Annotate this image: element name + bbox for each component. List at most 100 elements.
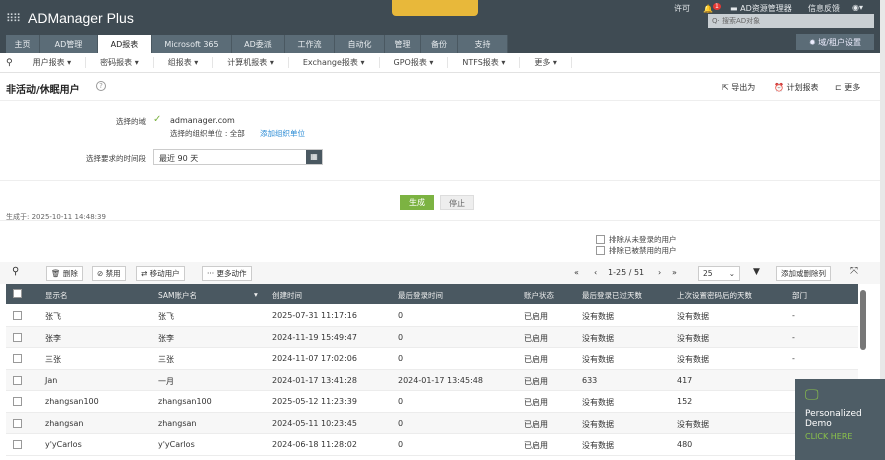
table-cell: zhangsan bbox=[45, 418, 84, 428]
subnav-label: 计算机报表 bbox=[227, 58, 268, 67]
tab-7[interactable]: 管理 bbox=[385, 35, 421, 53]
column-header[interactable]: 最后登录已过天数 bbox=[582, 290, 642, 301]
table-row[interactable]: 三张 三张 2024-11-07 17:02:06 0 已启用 没有数据 没有数据 - bbox=[6, 348, 858, 370]
table-cell: 已启用 bbox=[524, 398, 548, 407]
tab-5[interactable]: 工作流 bbox=[285, 35, 335, 53]
chevron-down-icon: ▾ bbox=[267, 58, 274, 67]
delete-button[interactable]: 🗑 删除 bbox=[46, 266, 83, 281]
more-actions-button[interactable]: ··· 更多动作 bbox=[202, 266, 252, 281]
personalized-demo-widget[interactable]: 🖵 Personalized Demo CLICK HERE bbox=[795, 379, 885, 460]
tab-0[interactable]: 主页 bbox=[6, 35, 40, 53]
chevron-down-icon: ▾ bbox=[64, 58, 72, 67]
prev-page-icon[interactable]: ‹ bbox=[594, 268, 597, 277]
table-row[interactable]: zhangsan zhangsan 2024-05-11 10:23:45 0 已启用 没… bbox=[6, 412, 858, 434]
table-cell: 张李 bbox=[45, 333, 61, 343]
row-checkbox[interactable] bbox=[13, 311, 22, 320]
subnav-item[interactable]: Exchange报表 ▾ bbox=[289, 57, 380, 68]
table-row[interactable]: y'yCarlos y'yCarlos 2024-06-18 11:28:02 0 已启… bbox=[6, 434, 858, 456]
row-checkbox[interactable] bbox=[13, 354, 22, 363]
subnav-item[interactable]: 更多 ▾ bbox=[520, 57, 572, 68]
tab-9[interactable]: 支持 bbox=[458, 35, 508, 53]
exclude-disabled-checkbox[interactable]: 排除已被禁用的用户 bbox=[596, 245, 677, 256]
row-checkbox[interactable] bbox=[13, 332, 22, 342]
more-label: 更多 bbox=[844, 83, 861, 92]
subnav-item[interactable]: 用户报表 ▾ bbox=[19, 57, 87, 68]
checkbox[interactable] bbox=[596, 235, 605, 244]
column-header[interactable]: 账户状态 bbox=[524, 290, 554, 301]
chevron-down-icon: ▾ bbox=[426, 58, 434, 67]
filter-icon[interactable]: ▼ bbox=[753, 267, 760, 277]
search-icon[interactable]: ⚲ bbox=[0, 58, 19, 68]
tab-1[interactable]: AD管理 bbox=[40, 35, 98, 53]
calendar-icon[interactable]: ▦ bbox=[306, 150, 322, 164]
table-cell: 三张 bbox=[158, 355, 174, 364]
checkbox[interactable] bbox=[596, 246, 605, 255]
select-all-checkbox[interactable] bbox=[13, 289, 22, 298]
row-checkbox[interactable] bbox=[13, 375, 22, 385]
column-header[interactable]: 显示名 bbox=[45, 290, 68, 301]
period-value: 最近 90 天 bbox=[159, 154, 199, 163]
app-grid-icon[interactable]: ⠿⠿ bbox=[6, 12, 21, 25]
search-ad-objects-input[interactable]: Q· 搜索AD对象 bbox=[708, 14, 874, 28]
column-header[interactable]: 最后登录时间 bbox=[398, 290, 443, 301]
sort-icon[interactable]: ▾ bbox=[254, 290, 258, 299]
chevron-down-icon: ▾ bbox=[550, 58, 557, 67]
ad-explorer-link[interactable]: ▬ AD资源管理器 bbox=[730, 3, 792, 14]
last-page-icon[interactable]: » bbox=[672, 268, 677, 277]
subnav-item[interactable]: NTFS报表 ▾ bbox=[448, 57, 521, 68]
column-header[interactable]: SAM账户名 bbox=[158, 290, 197, 301]
column-header[interactable]: 创建时间 bbox=[272, 290, 302, 301]
table-row[interactable]: 张飞 张飞 2025-07-31 11:17:16 0 已启用 没有数据 没有数据 - bbox=[6, 305, 858, 327]
stop-button[interactable]: 停止 bbox=[440, 195, 474, 210]
row-checkbox[interactable] bbox=[13, 440, 22, 449]
disable-button[interactable]: ⊘ 禁用 bbox=[92, 266, 126, 281]
subnav-item[interactable]: 组报表 ▾ bbox=[154, 57, 214, 68]
table-scrollbar[interactable] bbox=[860, 290, 866, 350]
app-logo[interactable]: ADManager Plus bbox=[28, 10, 134, 26]
subnav-item[interactable]: GPO报表 ▾ bbox=[380, 57, 449, 68]
user-avatar-icon[interactable]: ◉▾ bbox=[852, 3, 863, 12]
chevron-down-icon: ▾ bbox=[498, 58, 506, 67]
notification-badge: 1 bbox=[712, 3, 721, 10]
feedback-link[interactable]: 信息反馈 bbox=[808, 3, 840, 14]
tab-3[interactable]: Microsoft 365 bbox=[152, 35, 232, 53]
expand-icon[interactable]: ⤧ bbox=[850, 266, 858, 277]
page-size-select[interactable]: 25 ⌄ bbox=[698, 266, 740, 281]
tab-2[interactable]: AD报表 bbox=[98, 35, 152, 53]
table-row[interactable]: zhangsan100 zhangsan100 2025-05-12 11:23:3… bbox=[6, 391, 858, 413]
next-page-icon[interactable]: › bbox=[658, 268, 661, 277]
export-button[interactable]: ⇱ 导出为 bbox=[722, 82, 755, 93]
subnav-item[interactable]: 计算机报表 ▾ bbox=[213, 57, 289, 68]
subnav-item[interactable]: 密码报表 ▾ bbox=[86, 57, 154, 68]
generate-button[interactable]: 生成 bbox=[400, 195, 434, 210]
move-user-button[interactable]: ⇄ 移动用户 bbox=[136, 266, 185, 281]
column-header[interactable]: 上次设置密码后的天数 bbox=[677, 290, 752, 301]
schedule-report-button[interactable]: ⏰ 计划报表 bbox=[774, 82, 819, 93]
table-cell: 张飞 bbox=[158, 312, 174, 321]
filter-label: 排除从未登录的用户 bbox=[609, 235, 677, 244]
table-row[interactable]: Jan 一月 2024-01-17 13:41:28 2024-01-17 13:45… bbox=[6, 369, 858, 391]
add-ou-link[interactable]: 添加组织单位 bbox=[260, 128, 305, 139]
license-link[interactable]: 许可 bbox=[674, 3, 690, 14]
first-page-icon[interactable]: « bbox=[574, 268, 579, 277]
subnav-label: Exchange报表 bbox=[302, 58, 358, 67]
add-remove-columns-button[interactable]: 添加或删除列 bbox=[776, 266, 831, 281]
bell-icon[interactable]: 🔔 1 bbox=[703, 3, 721, 14]
domain-settings-button[interactable]: ✹ 域/租户设置 bbox=[796, 34, 874, 50]
row-checkbox[interactable] bbox=[13, 397, 22, 406]
more-button[interactable]: ⊏ 更多 bbox=[835, 82, 860, 93]
help-icon[interactable]: ? bbox=[96, 81, 106, 91]
tab-6[interactable]: 自动化 bbox=[335, 35, 385, 53]
demo-line1: Personalized bbox=[805, 409, 862, 419]
demo-cta[interactable]: CLICK HERE bbox=[805, 432, 885, 441]
column-header[interactable]: 部门 bbox=[792, 290, 807, 301]
table-cell: 2024-01-17 13:41:28 bbox=[272, 375, 357, 385]
tab-4[interactable]: AD委派 bbox=[232, 35, 285, 53]
search-icon[interactable]: ⚲ bbox=[12, 266, 19, 277]
table-row[interactable]: 张李 张李 2024-11-19 15:49:47 0 已启用 没有数据 没有数据 - bbox=[6, 326, 858, 348]
tab-8[interactable]: 备份 bbox=[421, 35, 458, 53]
row-checkbox[interactable] bbox=[13, 418, 22, 428]
exclude-never-logged-checkbox[interactable]: 排除从未登录的用户 bbox=[596, 234, 677, 245]
period-select[interactable]: 最近 90 天 ▦ bbox=[153, 149, 323, 165]
subnav-label: NTFS报表 bbox=[462, 58, 499, 67]
